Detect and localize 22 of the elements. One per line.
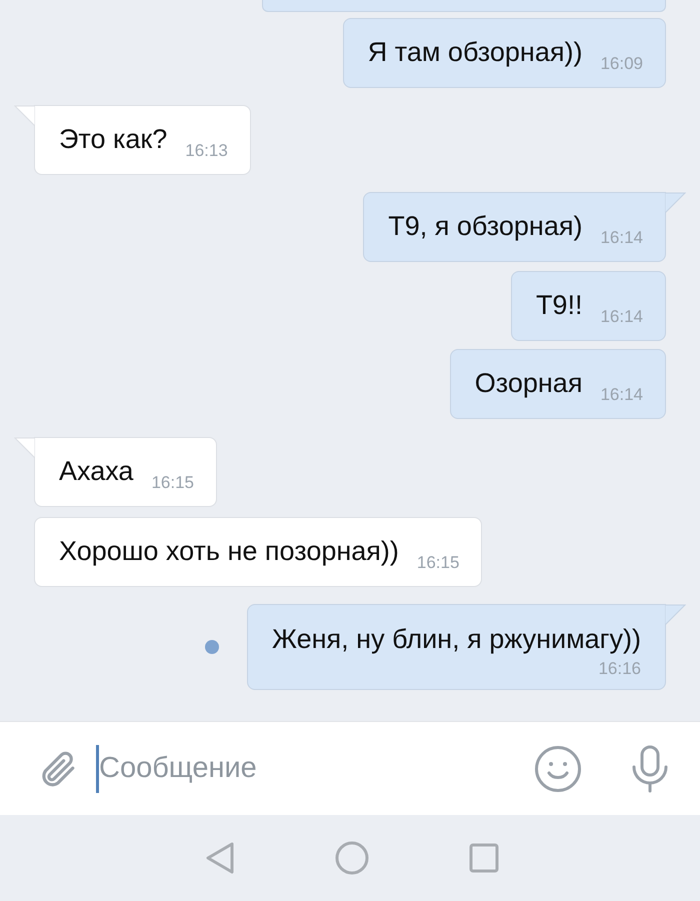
- message-text: Озорная: [474, 367, 582, 400]
- message-text: Ахаха: [59, 455, 134, 488]
- message-text: Это как?: [59, 123, 168, 156]
- message-time: 16:09: [600, 54, 643, 74]
- message-time: 16:15: [151, 473, 194, 493]
- message-time: 16:15: [416, 553, 460, 573]
- message-time: 16:13: [185, 141, 228, 161]
- message-text: Т9!!: [536, 289, 582, 322]
- text-cursor: [96, 744, 99, 792]
- home-icon[interactable]: [335, 841, 369, 875]
- smiley-icon[interactable]: [534, 744, 582, 792]
- message-time: 16:14: [600, 228, 643, 248]
- message-time: 16:14: [600, 307, 643, 327]
- message-text: Хорошо хоть не позорная)): [59, 535, 399, 568]
- message-time: 16:16: [598, 659, 641, 679]
- message-text: Я там обзорная)): [368, 36, 582, 69]
- message-text: Т9, я обзорная): [388, 210, 582, 243]
- message-text: Женя, ну блин, я ржунимагу)): [272, 623, 641, 655]
- recent-apps-icon[interactable]: [469, 843, 499, 873]
- back-icon[interactable]: [205, 841, 235, 875]
- message-time: 16:14: [600, 385, 643, 405]
- microphone-icon[interactable]: [630, 744, 670, 792]
